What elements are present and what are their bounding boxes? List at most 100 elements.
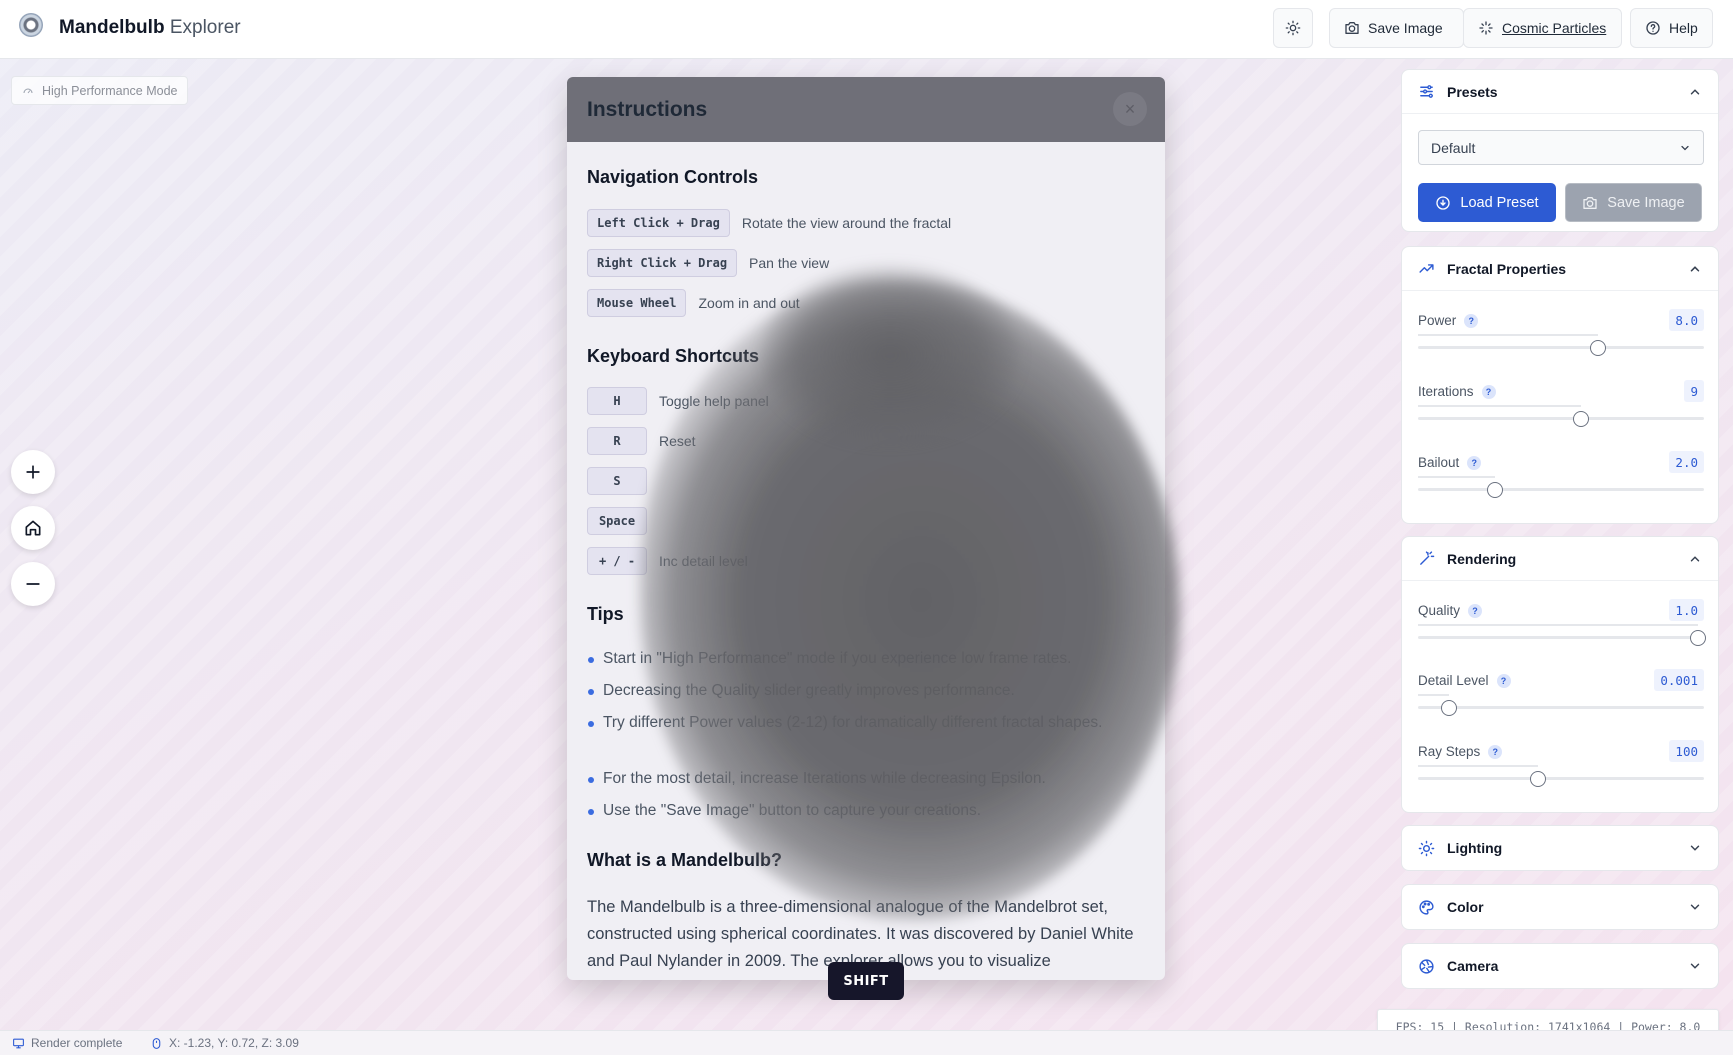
- sun-icon: [1418, 840, 1435, 856]
- quality-control: Quality? 1.0: [1418, 593, 1707, 653]
- bailout-slider-thumb[interactable]: [1487, 482, 1504, 498]
- help-button[interactable]: Help: [1630, 8, 1713, 48]
- detail-level-control: Detail Level? 0.001: [1418, 663, 1704, 723]
- ray-steps-level-bar: [1418, 765, 1539, 767]
- kbd-key: Left Click + Drag: [587, 209, 730, 237]
- presets-header[interactable]: Presets: [1402, 70, 1718, 114]
- preset-selected-value: Default: [1431, 139, 1476, 156]
- quality-slider-track[interactable]: [1418, 636, 1704, 639]
- kbd-key: R: [587, 427, 647, 455]
- shortcut-row: H Toggle help panel: [587, 387, 769, 415]
- close-button[interactable]: ×: [1113, 92, 1147, 126]
- bailout-control: Bailout? 2.0: [1418, 445, 1704, 505]
- tip-item: Try different Power values (2-12) for dr…: [587, 711, 1147, 735]
- instructions-modal: Instructions × Navigation Controls Left …: [567, 77, 1165, 980]
- power-value[interactable]: 8.0: [1669, 309, 1704, 331]
- chevron-down-icon: [1681, 145, 1689, 151]
- fractal-properties-panel: Fractal Properties Power? 8.0 Iterations…: [1401, 246, 1719, 524]
- shortcut-row: R Reset: [587, 427, 696, 455]
- kbd-key: H: [587, 387, 647, 415]
- control-label-text: Bailout: [1418, 455, 1460, 470]
- chevron-up-icon: [1690, 555, 1700, 561]
- modal-header: Instructions ×: [567, 77, 1165, 142]
- tips-title: Tips: [587, 604, 624, 624]
- detail-level-slider-track[interactable]: [1418, 706, 1704, 709]
- fractal-properties-title: Fractal Properties: [1447, 260, 1567, 277]
- bailout-level-bar: [1418, 476, 1496, 478]
- power-label: Power?: [1418, 313, 1479, 328]
- magic-wand-icon: [1420, 551, 1435, 565]
- shortcut-desc: Inc detail level: [659, 553, 748, 569]
- quality-value[interactable]: 1.0: [1669, 599, 1704, 621]
- rendering-header[interactable]: Rendering: [1402, 537, 1718, 581]
- color-panel[interactable]: Color: [1401, 884, 1719, 930]
- ray-steps-value[interactable]: 100: [1669, 740, 1704, 762]
- mouse-icon: [152, 1037, 161, 1049]
- quality-level-bar: [1418, 624, 1699, 626]
- shortcut-row: S: [587, 467, 659, 495]
- high-performance-label: High Performance Mode: [42, 83, 178, 98]
- quality-label: Quality?: [1418, 603, 1483, 618]
- zoom-in-button[interactable]: [11, 450, 55, 494]
- power-control: Power? 8.0: [1418, 303, 1704, 363]
- high-performance-badge[interactable]: High Performance Mode: [11, 76, 189, 105]
- power-level-bar: [1418, 334, 1599, 336]
- load-preset-label: Load Preset: [1460, 194, 1539, 211]
- reset-view-button[interactable]: [11, 506, 55, 550]
- detail-level-slider-thumb[interactable]: [1441, 700, 1458, 716]
- camera-icon: [1583, 196, 1597, 209]
- power-slider-thumb[interactable]: [1590, 340, 1607, 356]
- theme-toggle-button[interactable]: [1273, 8, 1313, 48]
- detail-level-label: Detail Level?: [1418, 673, 1511, 688]
- help-tooltip-icon[interactable]: ?: [1496, 673, 1511, 688]
- navigation-controls-title: Navigation Controls: [587, 167, 759, 187]
- control-label-text: Detail Level: [1418, 673, 1489, 688]
- iterations-slider-track[interactable]: [1418, 417, 1704, 420]
- trend-icon: [1419, 264, 1434, 273]
- monitor-icon: [13, 1038, 24, 1048]
- iterations-level-bar: [1418, 405, 1582, 407]
- help-tooltip-icon[interactable]: ?: [1468, 603, 1483, 618]
- camera-panel[interactable]: Camera: [1401, 943, 1719, 989]
- nav-desc: Zoom in and out: [698, 295, 800, 311]
- control-label-text: Quality: [1418, 603, 1461, 618]
- cosmic-particles-button[interactable]: Cosmic Particles: [1463, 8, 1622, 48]
- power-slider-track[interactable]: [1418, 346, 1704, 349]
- about-title: What is a Mandelbulb?: [587, 850, 783, 870]
- help-tooltip-icon[interactable]: ?: [1464, 313, 1479, 328]
- header-save-image-button[interactable]: Save Image: [1329, 8, 1464, 48]
- help-tooltip-icon[interactable]: ?: [1481, 384, 1496, 399]
- ray-steps-slider-thumb[interactable]: [1530, 771, 1547, 787]
- help-tooltip-icon[interactable]: ?: [1467, 455, 1482, 470]
- quality-slider-thumb[interactable]: [1690, 630, 1707, 646]
- ray-steps-slider-track[interactable]: [1418, 777, 1704, 780]
- rendering-title: Rendering: [1447, 550, 1517, 567]
- status-bar: Render complete X: -1.23, Y: 0.72, Z: 3.…: [0, 1030, 1733, 1055]
- chevron-down-icon: [1690, 963, 1700, 969]
- aperture-icon: [1419, 958, 1434, 974]
- coordinates-readout: X: -1.23, Y: 0.72, Z: 3.09: [150, 1036, 299, 1050]
- home-icon: [25, 520, 41, 536]
- load-preset-button[interactable]: Load Preset: [1418, 183, 1556, 222]
- sliders-icon: [1420, 85, 1433, 98]
- lighting-panel[interactable]: Lighting: [1401, 825, 1719, 871]
- fractal-properties-header[interactable]: Fractal Properties: [1402, 247, 1718, 291]
- presets-title: Presets: [1447, 83, 1498, 100]
- iterations-value[interactable]: 9: [1684, 380, 1704, 402]
- help-tooltip-icon[interactable]: ?: [1488, 744, 1503, 759]
- iterations-slider-thumb[interactable]: [1573, 411, 1590, 427]
- color-header[interactable]: Color: [1402, 885, 1718, 929]
- sparkles-icon: [1479, 21, 1493, 35]
- bailout-value[interactable]: 2.0: [1669, 451, 1704, 473]
- color-title: Color: [1447, 899, 1484, 915]
- zoom-out-button[interactable]: [11, 562, 55, 606]
- presets-panel: Presets Default Load Preset Save Image: [1401, 69, 1719, 232]
- preset-select[interactable]: Default: [1418, 130, 1704, 165]
- shortcut-row: Space: [587, 507, 659, 535]
- camera-header[interactable]: Camera: [1402, 944, 1718, 988]
- panel-save-image-button[interactable]: Save Image: [1565, 183, 1702, 222]
- ray-steps-control: Ray Steps? 100: [1418, 734, 1704, 794]
- bailout-slider-track[interactable]: [1418, 488, 1704, 491]
- lighting-header[interactable]: Lighting: [1402, 826, 1718, 870]
- detail-level-value[interactable]: 0.001: [1654, 669, 1704, 691]
